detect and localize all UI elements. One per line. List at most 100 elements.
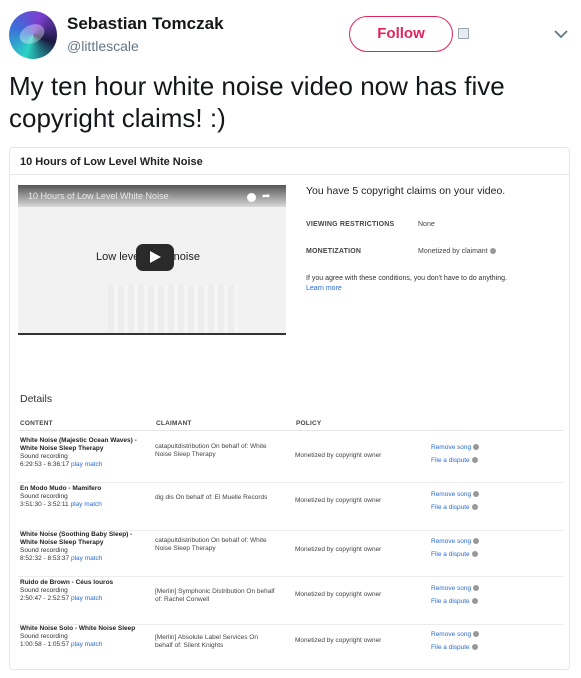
- avatar[interactable]: [9, 11, 57, 59]
- song-title: White Noise Solo - White Noise Sleep: [20, 625, 136, 632]
- file-dispute-text[interactable]: File a dispute: [431, 457, 470, 464]
- play-match-link[interactable]: play match: [71, 641, 102, 648]
- play-icon: [150, 251, 161, 263]
- video-player[interactable]: 10 Hours of Low Level White Noise ➦ Low …: [18, 185, 286, 334]
- user-name[interactable]: Sebastian Tomczak: [67, 14, 224, 34]
- share-icon[interactable]: ➦: [262, 191, 270, 202]
- content-time: 3:51:30 - 3:52:11 play match: [20, 501, 148, 509]
- play-match-link[interactable]: play match: [71, 595, 102, 602]
- info-icon[interactable]: [473, 585, 480, 592]
- time-range: 8:52:32 - 8:53:37: [20, 555, 70, 562]
- remove-song-text[interactable]: Remove song: [431, 585, 471, 592]
- time-range: 6:29:53 - 6:36:17: [20, 461, 70, 468]
- content-cell: En Modo Mudo - Mamifero Sound recording …: [20, 485, 148, 509]
- policy-cell: Monetized by copyright owner: [295, 591, 382, 598]
- info-icon[interactable]: [473, 631, 480, 638]
- column-header-policy: POLICY: [296, 420, 322, 427]
- content-time: 8:52:32 - 8:53:37 play match: [20, 555, 148, 563]
- table-row: En Modo Mudo - Mamifero Sound recording …: [18, 485, 563, 531]
- table-row: White Noise Solo - White Noise Sleep Sou…: [18, 625, 563, 669]
- play-button[interactable]: [136, 244, 174, 271]
- info-icon[interactable]: [471, 457, 478, 464]
- file-dispute-text[interactable]: File a dispute: [431, 598, 470, 605]
- table-row: White Noise (Soothing Baby Sleep) - Whit…: [18, 531, 563, 577]
- video-page-title: 10 Hours of Low Level White Noise: [20, 156, 203, 168]
- play-match-link[interactable]: play match: [71, 461, 102, 468]
- file-dispute-text[interactable]: File a dispute: [431, 551, 470, 558]
- content-type: Sound recording: [20, 453, 68, 460]
- info-icon[interactable]: [471, 644, 478, 651]
- file-dispute-link[interactable]: File a dispute: [431, 457, 478, 464]
- policy-cell: Monetized by copyright owner: [295, 497, 382, 504]
- divider: [10, 174, 569, 175]
- column-header-claimant: CLAIMANT: [156, 420, 192, 427]
- remove-song-link[interactable]: Remove song: [431, 491, 480, 498]
- remove-song-link[interactable]: Remove song: [431, 444, 480, 451]
- file-dispute-link[interactable]: File a dispute: [431, 598, 478, 605]
- chevron-down-icon[interactable]: [553, 26, 569, 42]
- info-icon[interactable]: [473, 538, 480, 545]
- info-icon[interactable]: [473, 491, 480, 498]
- user-handle[interactable]: @littlescale: [67, 38, 139, 54]
- table-header-divider: [18, 430, 563, 431]
- remove-song-link[interactable]: Remove song: [431, 585, 480, 592]
- play-match-link[interactable]: play match: [70, 501, 101, 508]
- remove-song-link[interactable]: Remove song: [431, 538, 480, 545]
- details-heading: Details: [20, 393, 53, 405]
- learn-more-link[interactable]: Learn more: [306, 285, 342, 292]
- song-title: White Noise (Majestic Ocean Waves) - Whi…: [20, 437, 137, 452]
- content-time: 2:50:47 - 2:52:57 play match: [20, 595, 148, 603]
- play-match-link[interactable]: play match: [71, 555, 102, 562]
- monetization-value-text: Monetized by claimant: [418, 248, 488, 255]
- remove-song-link[interactable]: Remove song: [431, 631, 480, 638]
- remove-song-text[interactable]: Remove song: [431, 444, 471, 451]
- viewing-restrictions-value: None: [418, 221, 435, 228]
- info-icon[interactable]: [471, 598, 478, 605]
- table-row: Ruido de Brown - Céus louros Sound recor…: [18, 579, 563, 625]
- info-icon[interactable]: [473, 444, 480, 451]
- tweet-header: Sebastian Tomczak @littlescale Follow: [0, 0, 581, 70]
- file-dispute-link[interactable]: File a dispute: [431, 504, 478, 511]
- info-icon[interactable]: [471, 504, 478, 511]
- file-dispute-link[interactable]: File a dispute: [431, 551, 478, 558]
- clock-icon[interactable]: [247, 193, 256, 202]
- content-cell: White Noise Solo - White Noise Sleep Sou…: [20, 625, 148, 649]
- conditions-note: If you agree with these conditions, you …: [306, 275, 507, 282]
- monetization-value: Monetized by claimant: [418, 248, 496, 255]
- content-type: Sound recording: [20, 633, 68, 640]
- video-thumbnail-pattern: [108, 285, 238, 334]
- video-title: 10 Hours of Low Level White Noise: [28, 191, 169, 201]
- tweet-text: My ten hour white noise video now has fi…: [9, 71, 505, 133]
- time-range: 3:51:30 - 3:52:11: [20, 501, 69, 508]
- file-dispute-text[interactable]: File a dispute: [431, 504, 470, 511]
- monetization-label: MONETIZATION: [306, 248, 362, 255]
- video-progress-bar[interactable]: [18, 333, 286, 335]
- info-icon[interactable]: [471, 551, 478, 558]
- table-row: White Noise (Majestic Ocean Waves) - Whi…: [18, 437, 563, 483]
- remove-song-text[interactable]: Remove song: [431, 491, 471, 498]
- follow-button[interactable]: Follow: [349, 16, 453, 52]
- content-type: Sound recording: [20, 493, 68, 500]
- content-cell: White Noise (Soothing Baby Sleep) - Whit…: [20, 531, 148, 563]
- remove-song-text[interactable]: Remove song: [431, 631, 471, 638]
- time-range: 2:50:47 - 2:52:57: [20, 595, 70, 602]
- content-cell: Ruido de Brown - Céus louros Sound recor…: [20, 579, 148, 603]
- claimant-cell: catapultdistribution On behalf of: White…: [155, 443, 267, 458]
- policy-cell: Monetized by copyright owner: [295, 637, 382, 644]
- claimant-cell: dig dis On behalf of: El Muelle Records: [155, 494, 268, 501]
- viewing-restrictions-label: VIEWING RESTRICTIONS: [306, 221, 395, 228]
- avatar-highlight: [16, 20, 48, 48]
- follow-extra-icon[interactable]: [458, 28, 469, 39]
- file-dispute-link[interactable]: File a dispute: [431, 644, 478, 651]
- info-icon[interactable]: [489, 248, 496, 255]
- content-time: 1:00:58 - 1:05:57 play match: [20, 641, 148, 649]
- content-type: Sound recording: [20, 547, 68, 554]
- file-dispute-text[interactable]: File a dispute: [431, 644, 470, 651]
- attached-screenshot[interactable]: 10 Hours of Low Level White Noise 10 Hou…: [9, 147, 570, 670]
- song-title: En Modo Mudo - Mamifero: [20, 485, 102, 492]
- remove-song-text[interactable]: Remove song: [431, 538, 471, 545]
- song-title: Ruido de Brown - Céus louros: [20, 579, 114, 586]
- policy-cell: Monetized by copyright owner: [295, 452, 382, 459]
- policy-cell: Monetized by copyright owner: [295, 546, 382, 553]
- content-cell: White Noise (Majestic Ocean Waves) - Whi…: [20, 437, 148, 469]
